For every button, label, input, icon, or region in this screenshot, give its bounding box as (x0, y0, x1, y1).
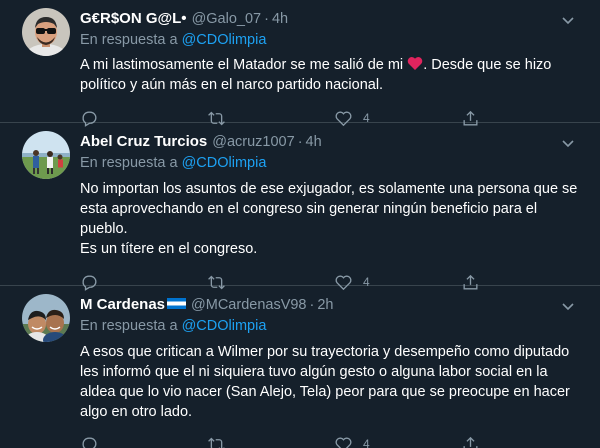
share-button[interactable] (461, 424, 500, 448)
user-handle[interactable]: @acruz1007 (212, 134, 294, 150)
separator-dot: · (264, 11, 269, 27)
reply-prefix: En respuesta a (80, 32, 178, 48)
user-handle[interactable]: @MCardenasV98 (191, 297, 306, 313)
reply-mention-link[interactable]: @CDOlimpia (182, 32, 267, 48)
timestamp[interactable]: 2h (317, 297, 333, 313)
timestamp[interactable]: 4h (272, 11, 288, 27)
tweet-text: No importan los asuntos de ese exjugador… (80, 181, 578, 257)
tweet-text-part: A mi lastimosamente el Matador se me sal… (80, 57, 404, 73)
tweet-actions: 4 (80, 424, 500, 448)
reply-button[interactable] (80, 424, 207, 448)
reply-icon (82, 436, 97, 448)
tweet-header: G€R$ON G@L• @Galo_07 · 4h (80, 10, 584, 30)
reply-prefix: En respuesta a (80, 155, 178, 171)
avatar[interactable] (22, 131, 70, 179)
display-name[interactable]: M Cardenas (80, 296, 165, 313)
chevron-down-icon[interactable] (560, 12, 576, 28)
tweet[interactable]: M Cardenas @MCardenasV98 · 2h En respues… (0, 286, 600, 448)
reply-context: En respuesta a @CDOlimpia (80, 32, 584, 52)
red-heart-emoji-icon (407, 57, 423, 70)
avatar[interactable] (22, 8, 70, 56)
separator-dot: · (309, 297, 315, 313)
display-name[interactable]: Abel Cruz Turcios (80, 133, 207, 150)
tweet-header: M Cardenas @MCardenasV98 · 2h (80, 296, 584, 316)
chevron-down-icon[interactable] (560, 135, 576, 151)
chevron-down-icon[interactable] (560, 298, 576, 314)
like-button[interactable]: 4 (334, 424, 461, 448)
like-count: 4 (362, 437, 370, 448)
tweet-text: A esos que critican a Wilmer por su tray… (80, 344, 570, 420)
tweet[interactable]: Abel Cruz Turcios @acruz1007 · 4h En res… (0, 123, 600, 291)
share-icon (463, 436, 478, 448)
user-handle[interactable]: @Galo_07 (192, 11, 262, 27)
retweet-button[interactable] (207, 424, 334, 448)
tweet-thread: G€R$ON G@L• @Galo_07 · 4h En respuesta a… (0, 0, 600, 448)
tweet-text: A mi lastimosamente el Matador se me sal… (80, 55, 584, 95)
reply-mention-link[interactable]: @CDOlimpia (182, 155, 267, 171)
reply-mention-link[interactable]: @CDOlimpia (182, 318, 267, 334)
honduras-flag-icon (167, 298, 187, 309)
avatar[interactable] (22, 294, 70, 342)
timestamp[interactable]: 4h (306, 134, 322, 150)
display-name[interactable]: G€R$ON G@L• (80, 10, 187, 27)
separator-dot: · (297, 134, 303, 150)
reply-context: En respuesta a @CDOlimpia (80, 318, 584, 338)
reply-prefix: En respuesta a (80, 318, 178, 334)
heart-icon (335, 437, 352, 448)
tweet-header: Abel Cruz Turcios @acruz1007 · 4h (80, 133, 584, 153)
retweet-icon (208, 437, 225, 448)
tweet[interactable]: G€R$ON G@L• @Galo_07 · 4h En respuesta a… (0, 0, 600, 127)
reply-context: En respuesta a @CDOlimpia (80, 155, 584, 175)
